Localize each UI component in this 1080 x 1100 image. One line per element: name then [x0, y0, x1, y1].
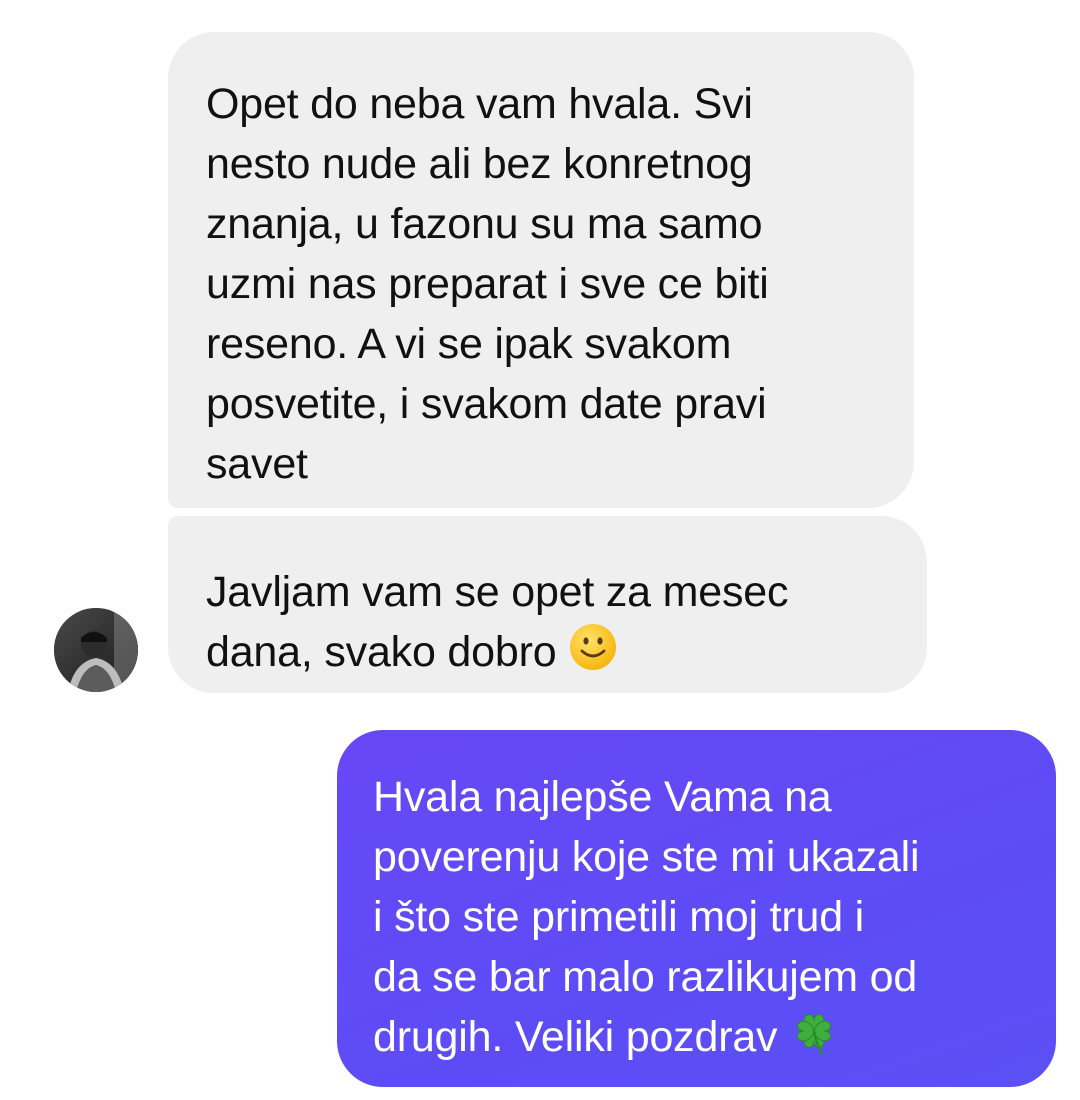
four-leaf-clover-emoji	[789, 1007, 839, 1073]
incoming-message-bubble[interactable]: Opet do neba vam hvala. Svi nesto nude a…	[168, 32, 914, 508]
message-text: Opet do neba vam hvala. Svi nesto nude a…	[206, 80, 769, 488]
contact-avatar[interactable]	[54, 608, 138, 692]
slightly-smiling-face-emoji	[568, 622, 618, 688]
message-thread: Opet do neba vam hvala. Svi nesto nude a…	[0, 0, 1080, 1100]
outgoing-message-bubble[interactable]: Hvala najlepše Vama na poverenju koje st…	[337, 730, 1056, 1087]
incoming-message-bubble[interactable]: Javljam vam se opet za mesec dana, svako…	[168, 516, 927, 693]
message-text: Javljam vam se opet za mesec dana, svako…	[206, 568, 789, 676]
